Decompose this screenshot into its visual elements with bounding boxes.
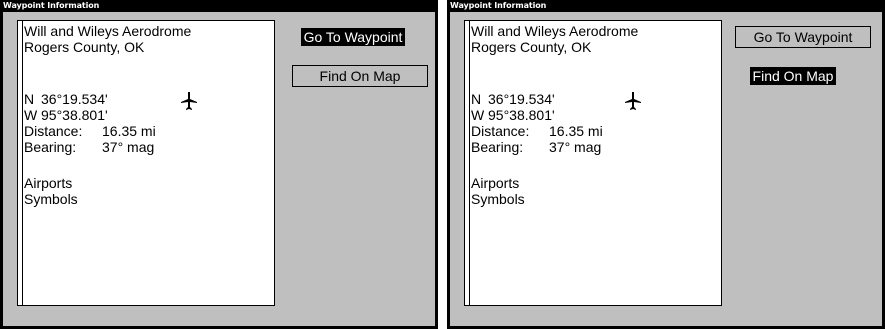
panel-body: Will and Wileys Aerodrome Rogers County,… (450, 12, 882, 326)
distance-label: Distance: (24, 123, 83, 139)
go-to-waypoint-label: Go To Waypoint (300, 28, 406, 46)
bearing-value: 37° mag (102, 139, 155, 155)
latitude-value: 36°19.534' (41, 91, 108, 107)
bearing-value: 37° mag (549, 139, 602, 155)
waypoint-location: Rogers County, OK (24, 39, 145, 55)
find-on-map-button[interactable]: Find On Map (292, 65, 428, 87)
waypoint-location: Rogers County, OK (471, 39, 592, 55)
panel-title: Waypoint Information (3, 1, 100, 10)
go-to-waypoint-button[interactable]: Go To Waypoint (735, 26, 871, 48)
longitude-hemisphere: W (24, 107, 38, 123)
box-left-rule (22, 21, 23, 305)
category-sub-label: Symbols (471, 191, 525, 207)
distance-value: 16.35 mi (549, 123, 603, 139)
longitude-hemisphere: W (471, 107, 485, 123)
box-left-rule (469, 21, 470, 305)
category-sub-label: Symbols (24, 191, 78, 207)
find-on-map-button[interactable]: Find On Map (735, 65, 851, 87)
panel-body: Will and Wileys Aerodrome Rogers County,… (3, 12, 435, 326)
longitude-value: 95°38.801' (41, 107, 108, 123)
category-label: Airports (471, 175, 520, 191)
waypoint-name: Will and Wileys Aerodrome (471, 23, 639, 39)
distance-label: Distance: (471, 123, 530, 139)
latitude-hemisphere: N (471, 91, 482, 107)
waypoint-info-panel-right: Waypoint Information Will and Wileys Aer… (447, 0, 885, 329)
find-on-map-label: Find On Map (749, 67, 837, 85)
longitude-value: 95°38.801' (488, 107, 555, 123)
distance-value: 16.35 mi (102, 123, 156, 139)
waypoint-name: Will and Wileys Aerodrome (24, 23, 192, 39)
panel-title: Waypoint Information (450, 1, 547, 10)
latitude-value: 36°19.534' (488, 91, 555, 107)
waypoint-details-box: Will and Wileys Aerodrome Rogers County,… (464, 20, 722, 306)
airplane-icon (625, 92, 641, 110)
category-label: Airports (24, 175, 73, 191)
latitude-hemisphere: N (24, 91, 35, 107)
go-to-waypoint-button[interactable]: Go To Waypoint (290, 26, 416, 48)
bearing-label: Bearing: (471, 139, 524, 155)
waypoint-details-box: Will and Wileys Aerodrome Rogers County,… (17, 20, 275, 306)
bearing-label: Bearing: (24, 139, 77, 155)
airplane-icon (181, 92, 197, 110)
waypoint-info-panel-left: Waypoint Information Will and Wileys Aer… (0, 0, 438, 329)
